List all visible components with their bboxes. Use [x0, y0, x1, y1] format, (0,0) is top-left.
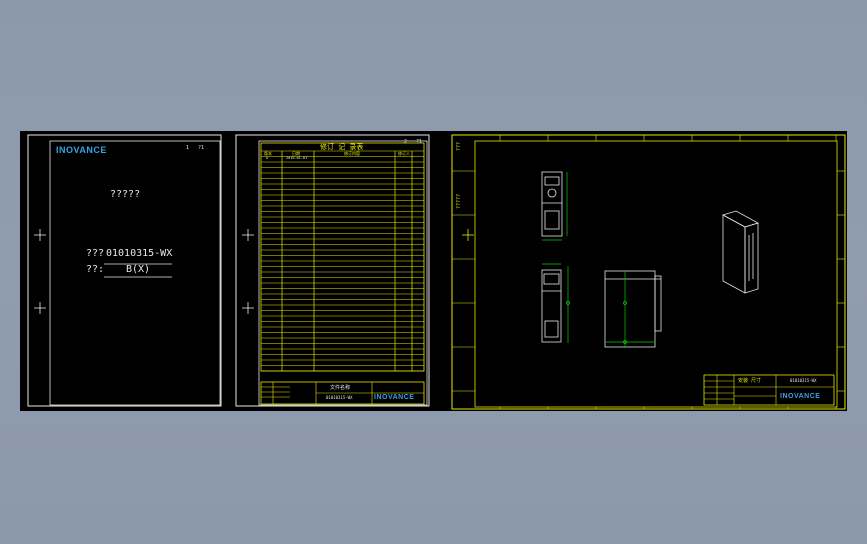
cover-logo: INOVANCE	[56, 145, 107, 155]
drawing-logo: INOVANCE	[780, 393, 821, 400]
record-sheet-no: 2	[404, 139, 408, 145]
rear-view	[604, 270, 662, 348]
cover-page-total: ?1	[198, 145, 205, 151]
cover-sheet	[27, 134, 222, 407]
record-col-author: 修订人	[398, 151, 410, 156]
record-row-date: 2010-01-01	[286, 156, 308, 160]
cover-page-mark: 1	[186, 145, 190, 151]
side-view	[541, 269, 562, 343]
drawing-sheet	[451, 134, 846, 410]
record-footer-code: 01010315-WX	[326, 395, 353, 400]
drawing-title: 安装 尺寸	[738, 378, 762, 384]
isometric-view	[721, 210, 760, 294]
cover-version-label: ??:	[86, 264, 105, 275]
cover-code-label: ???	[86, 248, 105, 259]
drawing-side-label-2: ?????	[456, 193, 462, 209]
record-footer-title: 文件名称	[330, 385, 351, 391]
record-row-version: A	[266, 156, 269, 160]
cover-version-value: B(X)	[126, 264, 151, 275]
cad-model-space[interactable]: INOVANCE 1 ?1 ????? ??? 01010315-WX ??: …	[20, 131, 847, 411]
drawing-side-label-1: ???	[456, 141, 462, 151]
record-footer-logo: INOVANCE	[374, 394, 415, 401]
record-sheet	[235, 134, 430, 407]
record-sheet-total: ?1	[416, 139, 423, 145]
cover-code-value: 01010315-WX	[106, 248, 173, 259]
cover-title: ?????	[110, 189, 141, 200]
drawing-code: 01010315-WX	[790, 378, 817, 383]
record-col-content: 修订内容	[344, 151, 360, 156]
front-view	[541, 171, 563, 237]
